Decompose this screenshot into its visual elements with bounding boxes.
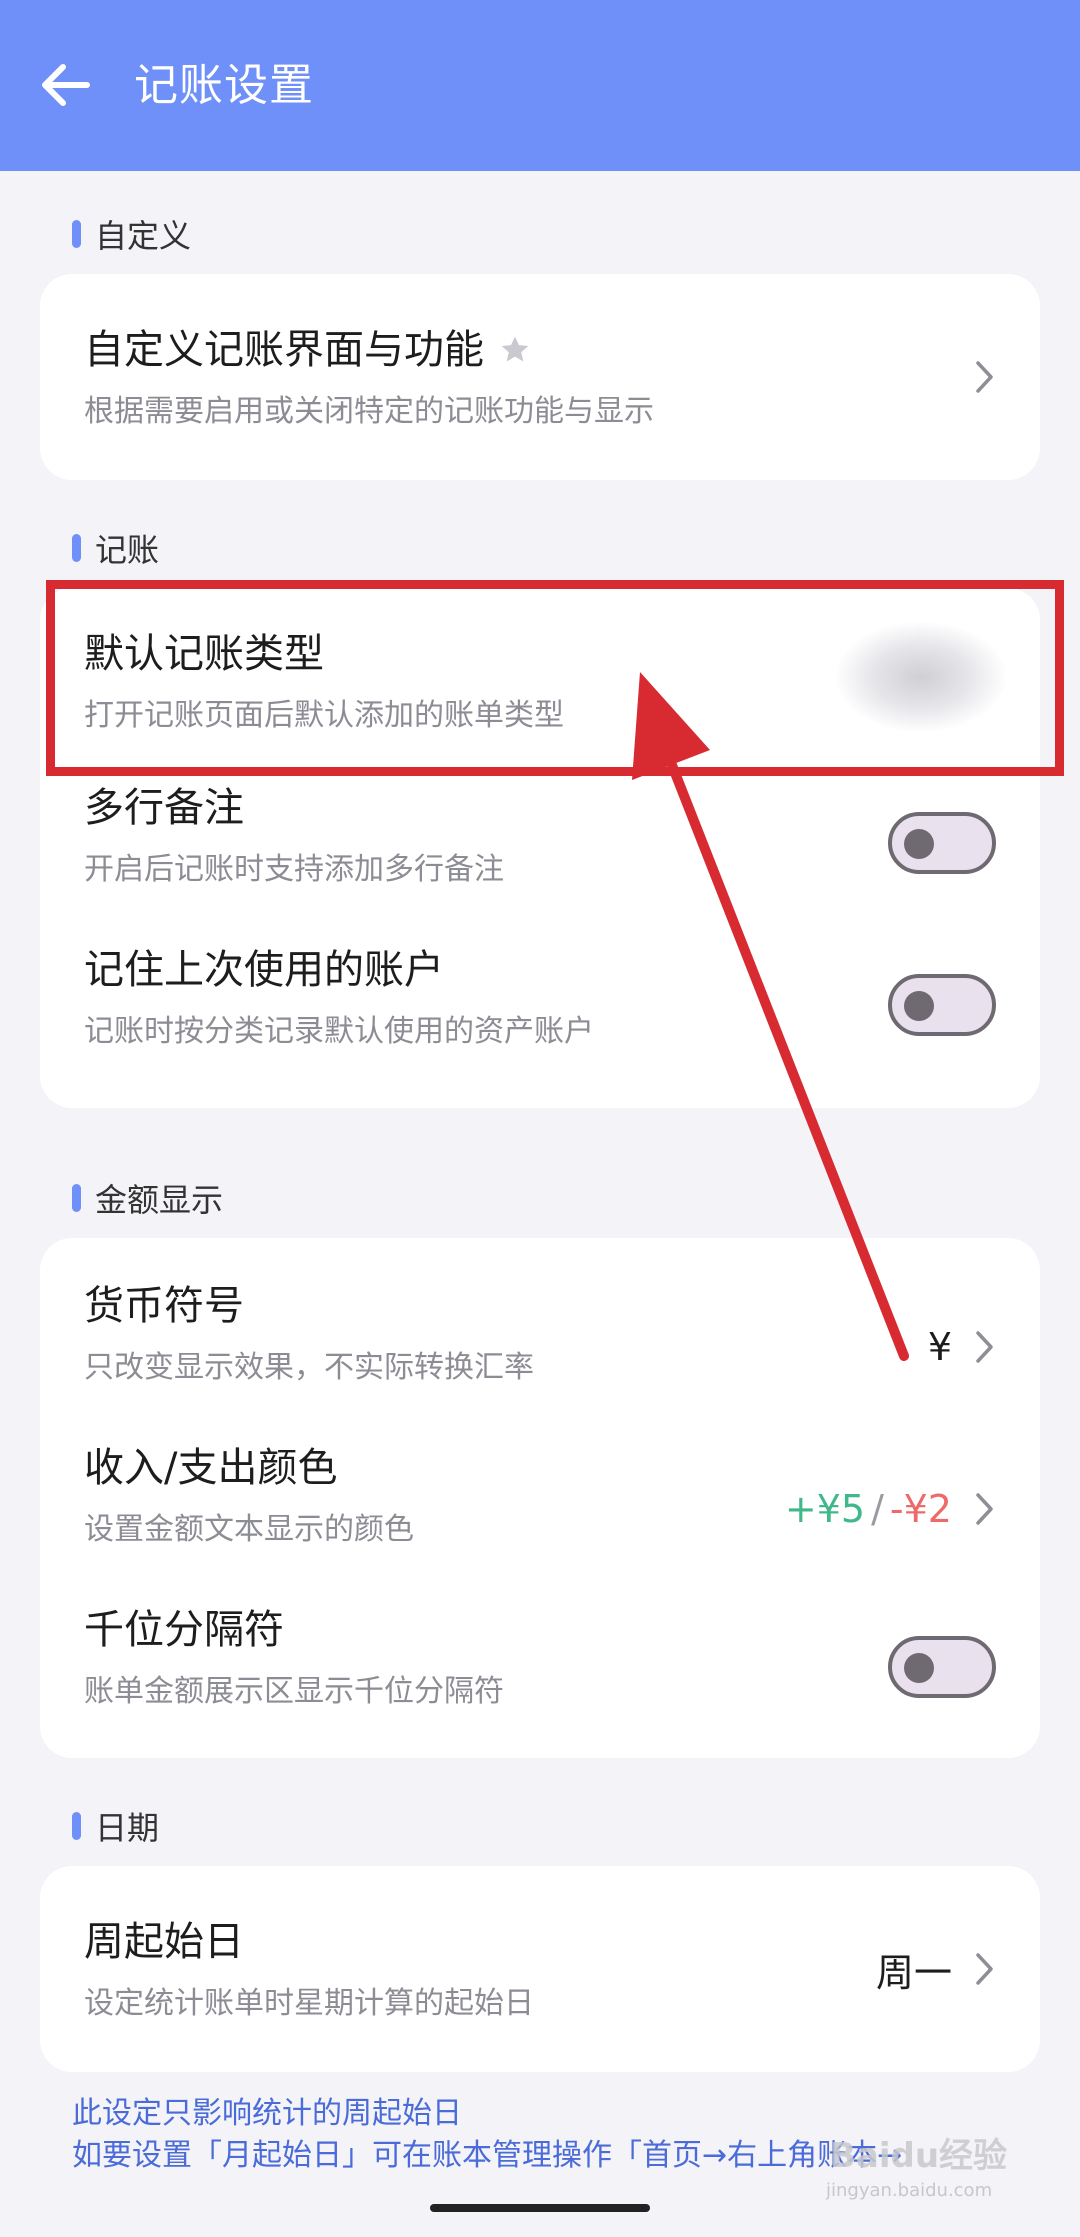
back-button[interactable] bbox=[30, 50, 100, 120]
toggle-knob bbox=[904, 991, 934, 1021]
row-title: 多行备注 bbox=[84, 784, 244, 832]
blurred-value bbox=[836, 622, 1006, 732]
card-custom: 自定义记账界面与功能 根据需要启用或关闭特定的记账功能与显示 bbox=[40, 274, 1040, 480]
chevron-right-icon bbox=[976, 1331, 993, 1363]
row-title: 自定义记账界面与功能 bbox=[84, 326, 532, 374]
card-date: 周起始日 设定统计账单时星期计算的起始日 周一 bbox=[40, 1866, 1040, 2072]
row-remember-account[interactable]: 记住上次使用的账户 记账时按分类记录默认使用的资产账户 bbox=[40, 938, 1040, 1100]
row-title: 千位分隔符 bbox=[84, 1606, 284, 1654]
toggle-knob bbox=[904, 1653, 934, 1683]
home-indicator[interactable] bbox=[430, 2204, 650, 2212]
row-title-text: 货币符号 bbox=[84, 1283, 244, 1329]
section-marker bbox=[72, 1812, 81, 1840]
row-right: 周一 bbox=[876, 1888, 996, 2050]
section-marker bbox=[72, 220, 81, 248]
baidu-watermark: Baidu经验 bbox=[830, 2136, 1008, 2176]
row-default-type[interactable]: 默认记账类型 打开记账页面后默认添加的账单类型 bbox=[40, 588, 1040, 750]
row-right bbox=[974, 296, 996, 458]
currency-value: ¥ bbox=[927, 1325, 952, 1369]
row-title: 周起始日 bbox=[84, 1918, 244, 1966]
card-amount: 货币符号 只改变显示效果，不实际转换汇率 ¥ 收入/支出颜色 设置金额文本显示的… bbox=[40, 1238, 1040, 1758]
arrow-left-icon bbox=[42, 64, 90, 106]
row-title: 收入/支出颜色 bbox=[84, 1444, 337, 1492]
chevron-right-icon bbox=[976, 1493, 993, 1525]
color-preview: +¥5/-¥2 bbox=[785, 1487, 952, 1531]
row-title-text: 默认记账类型 bbox=[84, 631, 324, 677]
income-sample: +¥5 bbox=[784, 1487, 866, 1531]
section-title: 日期 bbox=[95, 1809, 160, 1847]
section-title: 记账 bbox=[95, 531, 160, 569]
row-title: 默认记账类型 bbox=[84, 630, 324, 678]
section-title: 自定义 bbox=[95, 217, 192, 255]
settings-page: 记账设置 自定义 自定义记账界面与功能 根据需要启用或关闭特定的记账功能与显示 … bbox=[0, 0, 1080, 2237]
row-right: ¥ bbox=[928, 1292, 996, 1402]
app-header: 记账设置 bbox=[0, 0, 1080, 171]
remember-account-toggle[interactable] bbox=[888, 974, 996, 1036]
row-title-text: 记住上次使用的账户 bbox=[84, 947, 444, 993]
row-subtitle: 设置金额文本显示的颜色 bbox=[84, 1512, 414, 1547]
card-bookkeeping: 默认记账类型 打开记账页面后默认添加的账单类型 多行备注 开启后记账时支持添加多… bbox=[40, 588, 1040, 1108]
row-colors[interactable]: 收入/支出颜色 设置金额文本显示的颜色 +¥5/-¥2 bbox=[40, 1408, 1040, 1570]
thousands-separator-toggle[interactable] bbox=[888, 1636, 996, 1698]
row-multiline-note[interactable]: 多行备注 开启后记账时支持添加多行备注 bbox=[40, 776, 1040, 938]
toggle-knob bbox=[904, 829, 934, 859]
section-label-custom: 自定义 bbox=[72, 212, 191, 256]
multiline-note-toggle[interactable] bbox=[888, 812, 996, 874]
row-title-text: 自定义记账界面与功能 bbox=[84, 327, 484, 373]
week-start-value: 周一 bbox=[875, 1950, 952, 1995]
section-marker bbox=[72, 534, 81, 562]
note-line-2: 如要设置「月起始日」可在账本管理操作「首页→右上角账本→ bbox=[72, 2138, 903, 2173]
section-label-bookkeeping: 记账 bbox=[72, 526, 159, 570]
row-right: +¥5/-¥2 bbox=[785, 1454, 996, 1564]
row-subtitle: 记账时按分类记录默认使用的资产账户 bbox=[84, 1014, 594, 1049]
page-title: 记账设置 bbox=[134, 60, 314, 111]
row-title-text: 千位分隔符 bbox=[84, 1607, 284, 1653]
row-custom-ui[interactable]: 自定义记账界面与功能 根据需要启用或关闭特定的记账功能与显示 bbox=[40, 296, 1040, 458]
row-subtitle: 开启后记账时支持添加多行备注 bbox=[84, 852, 504, 887]
row-week-start[interactable]: 周起始日 设定统计账单时星期计算的起始日 周一 bbox=[40, 1888, 1040, 2050]
note-line-1: 此设定只影响统计的周起始日 bbox=[72, 2096, 462, 2131]
week-start-note: 此设定只影响统计的周起始日 如要设置「月起始日」可在账本管理操作「首页→右上角账… bbox=[72, 2093, 902, 2177]
row-thousands[interactable]: 千位分隔符 账单金额展示区显示千位分隔符 bbox=[40, 1572, 1040, 1734]
baidu-watermark-url: jingyan.baidu.com bbox=[826, 2180, 993, 2201]
row-title: 记住上次使用的账户 bbox=[84, 946, 444, 994]
chevron-right-icon bbox=[976, 361, 993, 393]
separator: / bbox=[871, 1487, 884, 1531]
row-right bbox=[888, 788, 996, 898]
expense-sample: -¥2 bbox=[889, 1487, 952, 1531]
row-title: 货币符号 bbox=[84, 1282, 244, 1330]
row-title-text: 多行备注 bbox=[84, 785, 244, 831]
row-title-text: 收入/支出颜色 bbox=[84, 1445, 338, 1491]
section-marker bbox=[72, 1184, 81, 1212]
section-label-date: 日期 bbox=[72, 1804, 159, 1848]
row-subtitle: 只改变显示效果，不实际转换汇率 bbox=[84, 1350, 534, 1385]
row-currency[interactable]: 货币符号 只改变显示效果，不实际转换汇率 ¥ bbox=[40, 1238, 1040, 1400]
star-icon bbox=[501, 336, 529, 362]
section-title: 金额显示 bbox=[95, 1181, 224, 1219]
row-subtitle: 打开记账页面后默认添加的账单类型 bbox=[84, 698, 564, 733]
row-subtitle: 账单金额展示区显示千位分隔符 bbox=[84, 1674, 504, 1709]
row-subtitle: 根据需要启用或关闭特定的记账功能与显示 bbox=[84, 394, 654, 429]
row-right bbox=[888, 950, 996, 1060]
row-title-text: 周起始日 bbox=[84, 1919, 244, 1965]
section-label-amount: 金额显示 bbox=[72, 1176, 223, 1220]
row-right bbox=[888, 1612, 996, 1722]
row-subtitle: 设定统计账单时星期计算的起始日 bbox=[84, 1986, 534, 2021]
chevron-right-icon bbox=[976, 1953, 993, 1985]
